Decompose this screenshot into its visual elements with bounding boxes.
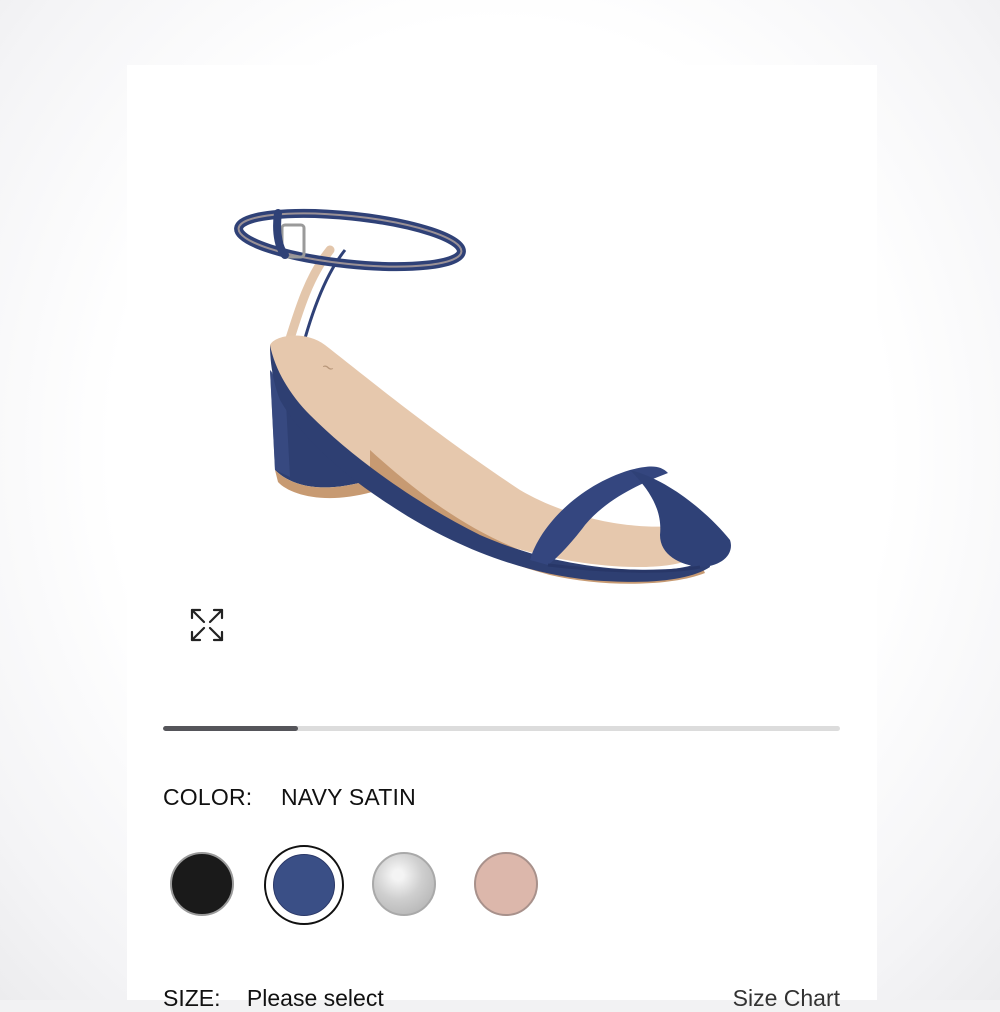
product-image-navy-sandal[interactable]: ~ xyxy=(230,195,770,615)
selected-color-value: NAVY SATIN xyxy=(280,784,416,810)
size-label: SIZE: xyxy=(163,985,221,1011)
color-swatch-silver[interactable] xyxy=(372,852,436,916)
expand-image-button[interactable] xyxy=(184,602,230,648)
color-swatch-blush[interactable] xyxy=(474,852,538,916)
color-swatch-black[interactable] xyxy=(170,852,234,916)
color-label: COLOR: xyxy=(163,784,253,810)
gallery-progress-track[interactable] xyxy=(163,726,840,731)
size-placeholder[interactable]: Please select xyxy=(247,985,384,1011)
size-selector[interactable]: SIZE: Please select Size Chart xyxy=(163,985,840,1012)
expand-arrows-icon xyxy=(190,608,224,642)
size-chart-link[interactable]: Size Chart xyxy=(733,985,840,1012)
color-selector-heading: COLOR: NAVY SATIN xyxy=(163,784,416,811)
gallery-progress-fill xyxy=(163,726,299,731)
page-background: ~ COLOR: NAVY SATIN SIZE: Please select … xyxy=(0,0,1000,1011)
color-swatch-navy-satin[interactable] xyxy=(273,854,335,916)
